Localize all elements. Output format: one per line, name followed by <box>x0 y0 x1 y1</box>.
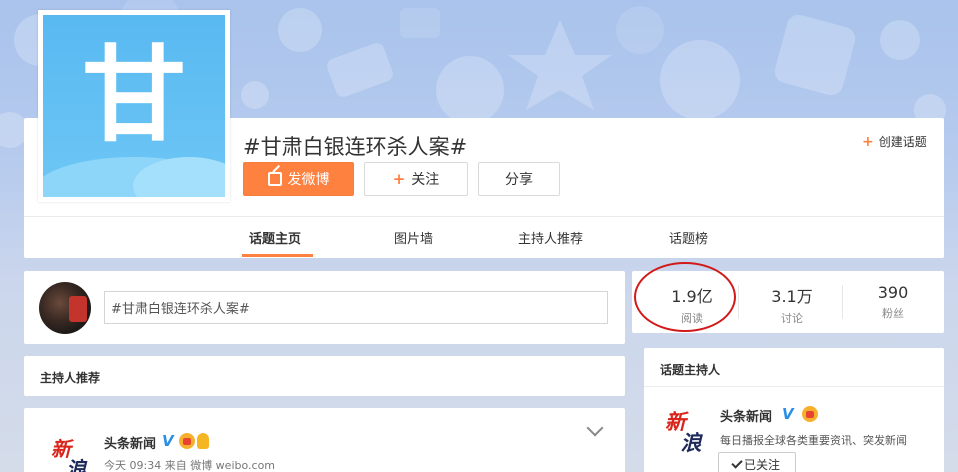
avatar[interactable] <box>39 282 91 334</box>
check-icon <box>731 456 743 469</box>
stat-discussions-value: 3.1万 <box>771 287 813 306</box>
crown-icon <box>802 406 818 422</box>
bulb-icon <box>197 433 209 449</box>
post-composer <box>24 271 625 344</box>
host-name[interactable]: 头条新闻 <box>720 406 772 425</box>
topic-hosts-panel: 话题主持人 新 浪 头条新闻 V 每日播报全球各类重要资讯、突发新闻 已关注 <box>644 348 944 472</box>
stat-discussions-label: 讨论 <box>781 312 803 325</box>
stat-divider <box>842 285 843 319</box>
topic-hosts-title: 话题主持人 <box>660 363 721 377</box>
topic-avatar-char: 甘 <box>81 34 186 156</box>
stat-fans-label: 粉丝 <box>882 307 904 320</box>
tab-topic-home[interactable]: 话题主页 <box>249 228 301 247</box>
feed-item: 新 浪 头条新闻 V 今天 09:34 来自 微博 weibo.com <box>24 408 625 472</box>
hosts-divider <box>644 386 944 387</box>
follow-label: 关注 <box>411 172 440 188</box>
sina-news-logo[interactable]: 新 浪 <box>50 430 98 472</box>
share-button[interactable]: 分享 <box>478 162 560 196</box>
sina-logo-char-2: 浪 <box>66 457 88 472</box>
host-recommend-section: 主持人推荐 <box>24 356 625 396</box>
plus-icon: + <box>862 133 874 150</box>
chevron-down-icon[interactable] <box>586 419 604 437</box>
followed-button[interactable]: 已关注 <box>718 452 796 472</box>
create-topic-label: 创建话题 <box>878 135 927 149</box>
stat-divider <box>738 285 739 319</box>
create-topic-link[interactable]: + 创建话题 <box>862 133 927 150</box>
followed-label: 已关注 <box>743 457 780 472</box>
topic-avatar: 甘 <box>38 10 230 202</box>
verified-icon: V <box>162 432 174 450</box>
crown-icon <box>179 433 195 449</box>
stat-fans: 390 粉丝 <box>853 283 933 321</box>
sina-news-logo[interactable]: 新 浪 <box>664 404 714 454</box>
post-weibo-button[interactable]: 发微博 <box>243 162 354 196</box>
follow-button[interactable]: + 关注 <box>364 162 468 196</box>
tab-topic-ranking[interactable]: 话题榜 <box>669 228 708 247</box>
sina-logo-char-2: 浪 <box>681 431 704 454</box>
stat-discussions: 3.1万 讨论 <box>752 283 832 326</box>
tab-host-recommend[interactable]: 主持人推荐 <box>518 228 583 247</box>
plus-icon: + <box>392 170 406 188</box>
header-divider <box>24 216 944 217</box>
share-label: 分享 <box>505 172 533 188</box>
verified-icon: V <box>782 405 794 423</box>
post-composer-input[interactable] <box>104 291 608 324</box>
active-tab-indicator <box>242 254 313 257</box>
tab-photo-wall[interactable]: 图片墙 <box>394 228 433 247</box>
post-weibo-label: 发微博 <box>287 172 330 188</box>
page-title: #甘肃白银连环杀人案# <box>243 135 468 159</box>
highlight-circle <box>634 262 736 332</box>
feed-meta: 今天 09:34 来自 微博 weibo.com <box>104 459 276 472</box>
stat-fans-value: 390 <box>877 283 909 302</box>
host-recommend-title: 主持人推荐 <box>40 371 101 385</box>
edit-icon <box>267 172 282 186</box>
feed-author-name[interactable]: 头条新闻 <box>104 433 156 452</box>
host-description: 每日播报全球各类重要资讯、突发新闻 <box>720 434 907 447</box>
